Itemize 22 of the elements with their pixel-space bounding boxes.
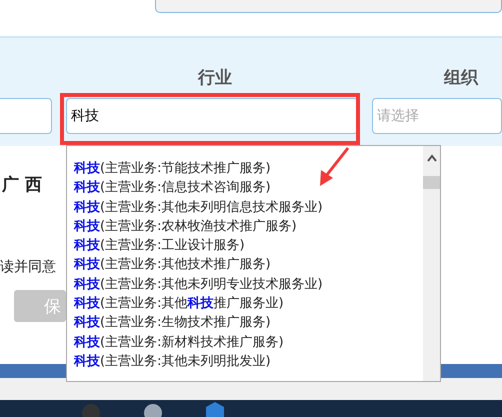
text-field[interactable] (155, 0, 502, 13)
suggestion-item[interactable]: 科技(主营业务:新材料技术推广服务) (74, 332, 284, 352)
scrollbar[interactable] (423, 146, 440, 381)
suggestion-item[interactable]: 科技(主营业务:农林牧渔技术推广服务) (74, 216, 297, 236)
field-label: 组织 (444, 67, 478, 90)
suggestion-item[interactable]: 科技(主营业务:节能技术推广服务) (74, 159, 271, 178)
industry-field[interactable]: 科技 (66, 98, 358, 134)
suggestion-item[interactable]: 科技(主营业务:其他科技推广服务业) (74, 294, 284, 314)
field-label: 行业 (198, 67, 232, 90)
logo-text: 广 西 (2, 174, 42, 196)
suggestion-item[interactable]: 科技(主营业务:其他技术推广服务) (74, 255, 271, 275)
scroll-up-icon[interactable] (427, 154, 437, 162)
suggestion-item[interactable]: 科技(主营业务:其他未列明专业技术服务业) (74, 274, 323, 294)
suggestion-item[interactable]: 科技(主营业务:信息技术咨询服务) (74, 178, 271, 198)
scrollbar-thumb[interactable] (423, 176, 440, 189)
org-field[interactable]: 请选择 (372, 98, 502, 134)
suggestion-item[interactable]: 科技(主营业务:工业设计服务) (74, 236, 245, 256)
suggestion-item[interactable]: 科技(主营业务:生物技术推广服务) (74, 313, 271, 333)
suggestion-item[interactable]: 科技(主营业务:其他未列明信息技术服务业) (74, 198, 323, 217)
suggestion-item[interactable]: 科技(主营业务:其他未列明批发业) (74, 352, 271, 372)
agreement-text: 读并同意 (0, 258, 56, 276)
text-field[interactable] (0, 98, 52, 134)
